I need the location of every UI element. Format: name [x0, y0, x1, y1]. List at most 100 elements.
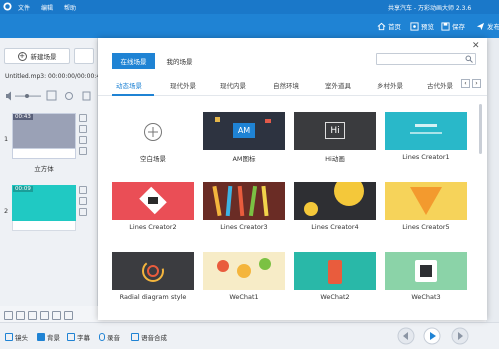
preview-icon	[410, 21, 419, 31]
scene-1-copy-icon[interactable]	[79, 114, 87, 122]
category-outdoor-props[interactable]: 室外道具	[325, 80, 351, 90]
decor-phone	[328, 260, 342, 284]
scene-2-delete-icon[interactable]	[79, 197, 87, 205]
template-card-wechat-3[interactable]: WeChat3	[385, 252, 467, 301]
menu-file[interactable]: 文件	[18, 3, 30, 12]
tab-online-scenes[interactable]: 在线场景	[112, 53, 155, 69]
preview-button[interactable]: 预览	[410, 20, 434, 32]
template-card-radial-diagram[interactable]: Radial diagram style	[112, 252, 194, 301]
prev-button[interactable]	[397, 327, 415, 345]
category-scroll-arrows: ‹ ›	[461, 79, 481, 88]
template-thumb-lines5	[385, 182, 467, 220]
close-icon[interactable]: ✕	[472, 41, 480, 51]
template-card-lines-creator-4[interactable]: Lines Creator4	[294, 182, 376, 231]
menu-edit[interactable]: 编辑	[41, 3, 53, 12]
new-scene-button[interactable]: + 新建场景	[4, 48, 70, 64]
camera-button[interactable]: 镜头	[5, 332, 28, 342]
scene-2-up-icon[interactable]	[79, 208, 87, 216]
audio-button[interactable]	[46, 90, 57, 101]
scene-options-button[interactable]	[74, 48, 94, 64]
bottom-bar: 镜头 背景 字幕 录音 语音合成	[0, 322, 499, 349]
template-card-blank[interactable]: 空白场景	[112, 112, 194, 163]
audio-delete-icon[interactable]	[82, 91, 91, 101]
active-category-indicator	[112, 94, 154, 96]
next-button[interactable]	[451, 327, 469, 345]
template-card-lines-creator-2[interactable]: Lines Creator2	[112, 182, 194, 231]
scene-2-number: 2	[4, 207, 9, 215]
chevron-left-icon[interactable]: ‹	[461, 79, 470, 88]
template-card-lines-creator-5[interactable]: Lines Creator5	[385, 182, 467, 231]
decor-circle	[304, 202, 318, 216]
chevron-right-icon[interactable]: ›	[472, 79, 481, 88]
volume-icon[interactable]	[6, 91, 11, 101]
save-label: 保存	[452, 23, 465, 31]
category-modern-outdoor[interactable]: 现代外景	[170, 80, 196, 90]
decor-qr	[420, 265, 432, 277]
tts-icon	[131, 333, 139, 341]
template-thumb-wechat1	[203, 252, 285, 290]
main-toolbar: 首页 预览 保存 发布	[0, 14, 499, 38]
app-title: 共享汽车 - 万彩动画大师 2.3.6	[388, 5, 472, 12]
scrollbar[interactable]	[479, 104, 482, 154]
publish-button[interactable]: 发布	[476, 20, 499, 32]
audio-settings-icon[interactable]	[65, 92, 73, 100]
scene-1-delete-icon[interactable]	[79, 125, 87, 133]
template-card-am-icon[interactable]: AM AM图标	[203, 112, 285, 163]
plus-icon: +	[17, 51, 27, 61]
down-arrow-icon[interactable]	[52, 311, 61, 320]
preview-label: 预览	[421, 23, 434, 31]
tts-label: 语音合成	[141, 334, 167, 342]
template-thumb-lines4	[294, 182, 376, 220]
category-rural-outdoor[interactable]: 乡村外景	[377, 80, 403, 90]
category-ancient-outdoor[interactable]: 古代外景	[427, 80, 453, 90]
up-arrow-icon[interactable]	[40, 311, 49, 320]
microphone-icon	[99, 333, 105, 341]
star-icon[interactable]	[28, 311, 37, 320]
template-thumb-radial	[112, 252, 194, 290]
camera-label: 镜头	[15, 334, 28, 342]
background-button[interactable]: 背景	[37, 332, 60, 342]
template-card-lines-creator-3[interactable]: Lines Creator3	[203, 182, 285, 231]
subtitle-button[interactable]: 字幕	[67, 332, 90, 342]
remove-icon[interactable]	[64, 311, 73, 320]
decor-triangle	[410, 187, 442, 215]
volume-knob[interactable]	[25, 94, 29, 98]
scene-1-up-icon[interactable]	[79, 136, 87, 144]
scene-template-dialog: 在线场景 我的场景 ✕ 动态场景 现代外景 现代内景 自然环境 室外道具 乡村外…	[98, 38, 487, 320]
template-card-wechat-2[interactable]: WeChat2	[294, 252, 376, 301]
scene-2-copy-icon[interactable]	[79, 186, 87, 194]
home-button[interactable]: 首页	[377, 20, 401, 32]
template-card-wechat-1[interactable]: WeChat1	[203, 252, 285, 301]
template-label: Radial diagram style	[119, 293, 187, 301]
decor-line	[410, 132, 442, 134]
template-label: Lines Creator1	[402, 153, 450, 161]
background-label: 背景	[47, 334, 60, 342]
category-dynamic[interactable]: 动态场景	[116, 80, 142, 90]
decor-shape	[148, 197, 158, 204]
template-card-lines-creator-1[interactable]: Lines Creator1	[385, 112, 467, 161]
tab-my-scenes[interactable]: 我的场景	[158, 53, 201, 69]
record-button[interactable]: 录音	[99, 332, 120, 342]
audio-controls	[6, 90, 91, 101]
tts-button[interactable]: 语音合成	[131, 332, 167, 342]
template-label: 空白场景	[140, 155, 166, 163]
template-card-hi-animation[interactable]: Hi Hi动画	[294, 112, 376, 163]
decor-circle	[259, 258, 271, 270]
am-logo: AM	[233, 123, 255, 138]
template-label: Lines Creator2	[129, 223, 177, 231]
scene-1-down-icon[interactable]	[79, 147, 87, 155]
play-button[interactable]	[423, 327, 441, 345]
decor-line	[415, 124, 437, 127]
menu-help[interactable]: 帮助	[64, 3, 76, 12]
undo-icon[interactable]	[4, 311, 13, 320]
app-logo-icon	[3, 2, 12, 11]
template-label: AM图标	[232, 155, 256, 163]
search-icon[interactable]	[465, 55, 473, 63]
category-modern-indoor[interactable]: 现代内景	[220, 80, 246, 90]
decor-radial	[142, 260, 164, 282]
category-nature[interactable]: 自然环境	[273, 80, 299, 90]
save-button[interactable]: 保存	[441, 20, 465, 32]
decor-pencil	[212, 185, 222, 217]
template-search-input[interactable]	[376, 53, 476, 65]
copy-icon[interactable]	[16, 311, 25, 320]
